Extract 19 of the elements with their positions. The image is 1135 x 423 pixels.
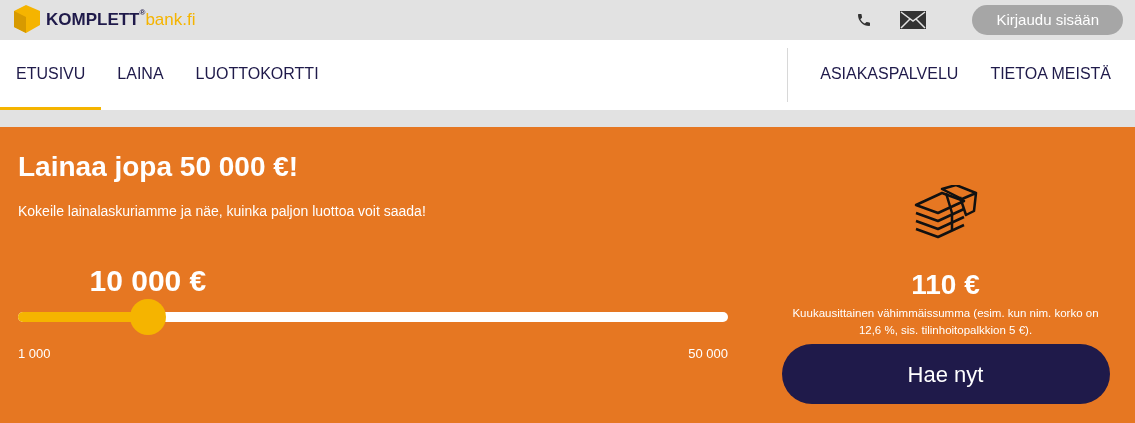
slider-value: 10 000 € bbox=[89, 263, 207, 299]
slider-max: 50 000 bbox=[688, 345, 728, 363]
nav-link[interactable]: ASIAKASPALVELU bbox=[804, 40, 975, 110]
monthly-note: Kuukausittainen vähimmäissumma (esim. kun nim. korko on 12,6 %, sis. tilinhoitopalkkion 5 €). bbox=[791, 306, 1100, 338]
nav-link[interactable]: ETUSIVU bbox=[0, 40, 102, 110]
slider-thumb[interactable] bbox=[129, 299, 166, 335]
logo-text: KOMPLETT®bank.fi bbox=[46, 7, 196, 32]
apply-button[interactable]: Hae nyt bbox=[781, 344, 1110, 404]
monthly-amount: 110 € bbox=[911, 269, 980, 301]
slider-min: 1 000 bbox=[18, 345, 51, 363]
phone-icon[interactable] bbox=[856, 11, 873, 29]
hero-title: Lainaa jopa 50 000 €! bbox=[18, 150, 300, 184]
slider[interactable] bbox=[18, 299, 728, 335]
nav-link[interactable]: LAINA bbox=[101, 40, 180, 110]
logo-icon bbox=[12, 5, 42, 35]
mail-icon[interactable] bbox=[900, 11, 927, 29]
nav-link[interactable]: TIETOA MEISTÄ bbox=[974, 40, 1127, 110]
hero-subtitle: Kokeile lainalaskuriamme ja näe, kuinka paljon luottoa voit saada! bbox=[18, 202, 427, 221]
nav-link[interactable]: LUOTTOKORTTI bbox=[179, 40, 335, 110]
